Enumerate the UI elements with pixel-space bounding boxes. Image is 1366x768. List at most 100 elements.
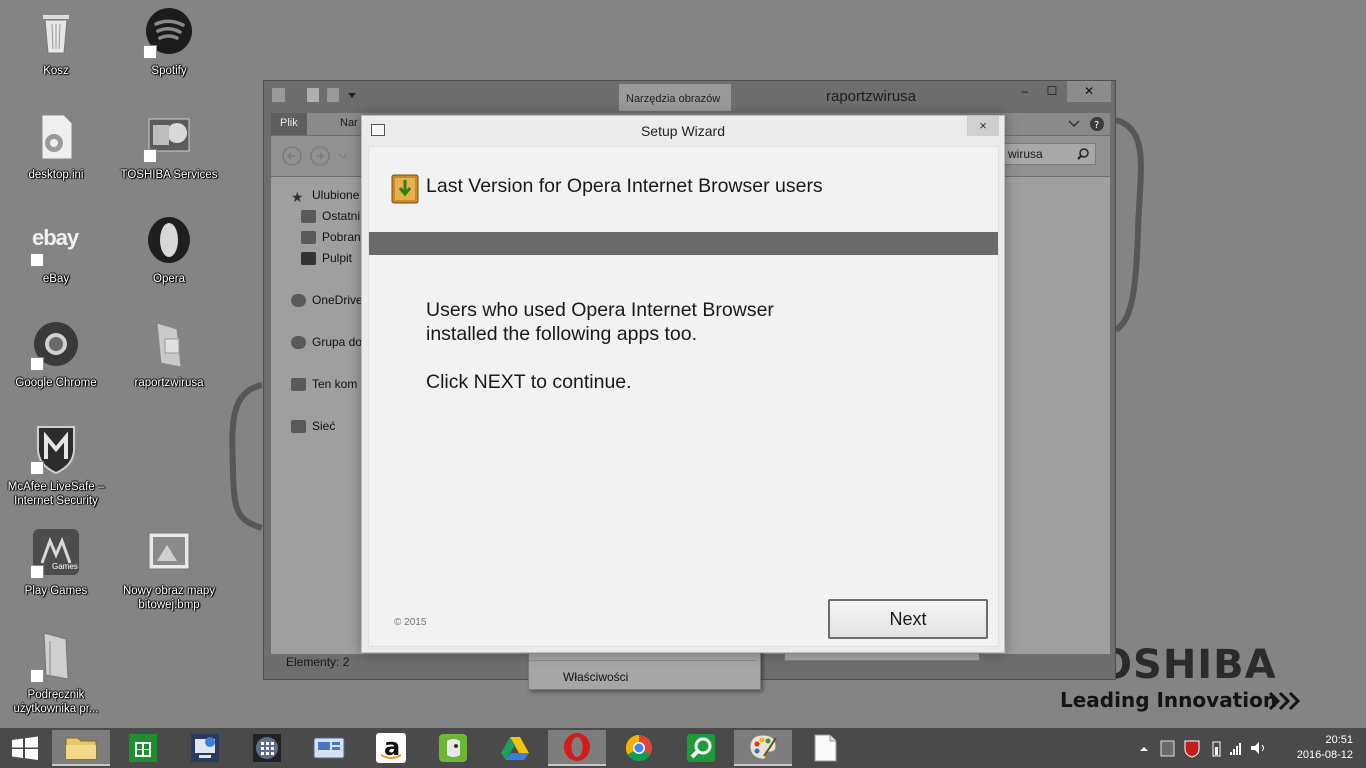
computer-icon (291, 377, 306, 391)
cloud-icon (291, 293, 306, 307)
taskbar-clock[interactable]: 20:51 2016-08-12 (1283, 733, 1353, 763)
evernote-icon (439, 734, 467, 762)
settings-file-icon (30, 111, 82, 163)
nav-item-desktop[interactable]: Pulpit (301, 251, 352, 265)
desktop-icon-spotify[interactable]: Spotify (117, 7, 221, 103)
clock-time: 20:51 (1325, 734, 1353, 746)
next-button[interactable]: Next (828, 599, 988, 639)
downloads-icon (301, 230, 316, 244)
taskbar: a 20:51 2016-08-12 (0, 728, 1366, 768)
tab-file[interactable]: Plik (271, 113, 307, 135)
maximize-button[interactable]: ☐ (1037, 81, 1067, 102)
nav-item-recent[interactable]: Ostatni (301, 209, 360, 223)
search-input[interactable]: wirusa (1003, 143, 1096, 165)
windows-start-button[interactable] (0, 728, 50, 768)
copyright-text: © 2015 (394, 617, 427, 628)
taskbar-chrome[interactable] (610, 730, 668, 766)
wizard-close-button[interactable]: × (967, 116, 999, 136)
desktop-icon-opera[interactable]: Opera (117, 215, 221, 311)
minimize-button[interactable]: – (1010, 81, 1040, 102)
back-forward-icon[interactable] (281, 145, 351, 167)
context-menu: Właściwości (528, 649, 980, 690)
opera-icon (564, 733, 590, 761)
taskbar-amazon[interactable]: a (362, 730, 420, 766)
image-tools-tab[interactable]: Narzędzia obrazów (619, 84, 731, 111)
setup-wizard-dialog[interactable]: Setup Wizard × Last Version for Opera In… (361, 115, 1005, 653)
wizard-body: Last Version for Opera Internet Browser … (368, 146, 999, 647)
nav-item-homegroup[interactable]: Grupa do (291, 335, 362, 349)
ebay-icon: ebay (30, 215, 82, 267)
homegroup-icon (291, 335, 306, 349)
tagline-arrows-icon (1268, 691, 1301, 711)
desktop-icon-toshiba-services[interactable]: TOSHIBA Services (117, 111, 221, 207)
wizard-titlebar[interactable]: Setup Wizard × (362, 116, 1004, 145)
desktop-icon-recycle-bin[interactable]: Kosz (4, 7, 108, 103)
desktop-icon-play-games[interactable]: Games Play Games (4, 527, 108, 623)
chrome-icon (625, 734, 652, 762)
taskbar-search-tool[interactable] (672, 730, 730, 766)
context-menu-item-properties[interactable]: Właściwości (563, 670, 628, 684)
explorer-title: raportzwirusa (826, 88, 917, 105)
document-icon (814, 734, 837, 762)
explorer-titlebar[interactable]: Narzędzia obrazów raportzwirusa – ☐ ✕ (264, 81, 1115, 111)
taskbar-file-explorer[interactable] (52, 730, 110, 766)
nav-item-onedrive[interactable]: OneDrive (291, 293, 363, 307)
wizard-heading: Last Version for Opera Internet Browser … (426, 175, 823, 197)
desktop-icon-mcafee[interactable]: McAfee LiveSafe – Internet Security (4, 423, 108, 519)
recycle-bin-icon (30, 7, 82, 59)
taskbar-display-settings[interactable] (300, 730, 358, 766)
taskbar-evernote[interactable] (424, 730, 482, 766)
nav-item-downloads[interactable]: Pobran (301, 230, 361, 244)
folder-icon (65, 737, 97, 760)
quick-access-toolbar-icon[interactable] (272, 87, 372, 105)
taskbar-calculator[interactable] (238, 730, 296, 766)
drive-icon (501, 737, 529, 760)
volume-icon (1251, 742, 1259, 754)
store-icon (129, 734, 157, 762)
nav-item-this-pc[interactable]: Ten kom (291, 377, 357, 391)
desktop-icon-manual[interactable]: Podręcznik użytkownika pr... (4, 631, 108, 727)
toshiba-logo: OSHIBA (1098, 642, 1277, 688)
toshiba-tagline: Leading Innovation (1060, 688, 1278, 712)
desktop-icon-desktop-ini[interactable]: desktop.ini (4, 111, 108, 207)
opera-icon (143, 215, 195, 267)
taskbar-store[interactable] (114, 730, 172, 766)
desktop-icon (301, 251, 316, 265)
device-icon (1160, 740, 1175, 757)
mcafee-icon (30, 423, 82, 475)
star-icon: ★ (291, 188, 304, 205)
play-games-icon: Games (30, 527, 82, 579)
svg-text:?: ? (1094, 120, 1099, 131)
desktop-icon-raportzwirusa[interactable]: raportzwirusa (117, 319, 221, 415)
wizard-message-line-3: Click NEXT to continue. (426, 371, 632, 393)
header-divider-band (369, 232, 998, 255)
taskbar-remote-desktop[interactable] (176, 730, 234, 766)
display-icon (313, 737, 345, 759)
amazon-icon: a (376, 733, 406, 763)
folder-icon (143, 319, 195, 371)
taskbar-opera[interactable] (548, 730, 606, 766)
recent-icon (301, 209, 316, 223)
toshiba-services-icon (143, 111, 195, 163)
wizard-message-line-2: installed the following apps too. (426, 323, 698, 345)
system-tray (1140, 740, 1264, 758)
wizard-message-line-1: Users who used Opera Internet Browser (426, 299, 774, 321)
bitmap-icon (143, 527, 195, 579)
nav-item-favorites[interactable]: ★ Ulubione (291, 188, 359, 205)
desktop-icon-bitmap[interactable]: Nowy obraz mapy bitowej.bmp (117, 527, 221, 623)
palette-icon (749, 734, 777, 760)
taskbar-notepad[interactable] (796, 730, 854, 766)
help-icon[interactable]: ? (1067, 116, 1107, 132)
desktop-icon-ebay[interactable]: ebay eBay (4, 215, 108, 311)
taskbar-paint[interactable] (734, 730, 792, 766)
taskbar-google-drive[interactable] (486, 730, 544, 766)
clock-date: 2016-08-12 (1296, 749, 1353, 761)
package-icon (391, 174, 419, 204)
manual-icon (30, 631, 82, 683)
mcafee-tray-icon (1184, 740, 1200, 758)
nav-item-network[interactable]: Sieć (291, 419, 335, 433)
close-button[interactable]: ✕ (1067, 81, 1111, 102)
chrome-icon (30, 319, 82, 371)
wizard-title: Setup Wizard (640, 123, 726, 139)
desktop-icon-google-chrome[interactable]: Google Chrome (4, 319, 108, 415)
